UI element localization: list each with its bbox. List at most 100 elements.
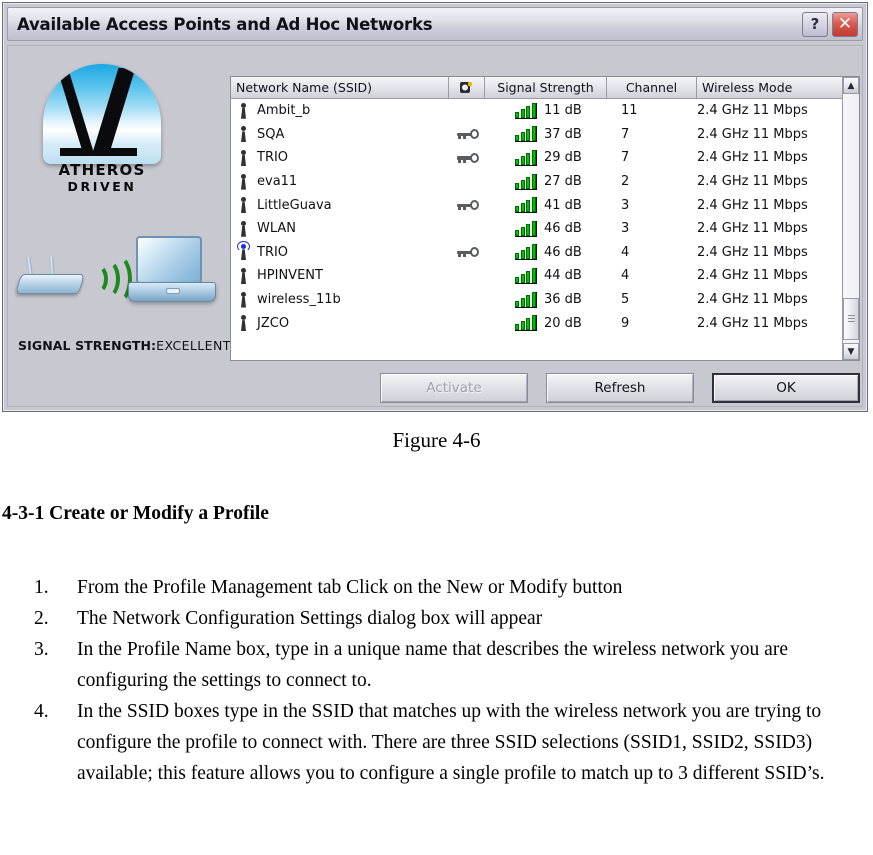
table-row[interactable]: JZCO 20 dB 9 2.4 GHz 11 Mbps bbox=[231, 311, 859, 335]
cell-channel: 7 bbox=[621, 126, 630, 142]
ssid-label: eva11 bbox=[257, 174, 298, 190]
connected-access-point-icon bbox=[237, 241, 250, 261]
ok-button[interactable]: OK bbox=[712, 373, 860, 403]
list-item-text: From the Profile Management tab Click on… bbox=[77, 577, 623, 598]
cell-wireless-mode: 2.4 GHz 11 Mbps bbox=[697, 244, 808, 260]
wireless-waves-icon bbox=[86, 252, 132, 304]
activate-button[interactable]: Activate bbox=[380, 373, 528, 403]
column-header-ssid[interactable]: Network Name (SSID) bbox=[231, 77, 449, 98]
table-row[interactable]: wireless_11b 36 dB 5 2.4 GHz 11 Mbps bbox=[231, 288, 859, 312]
signal-strength-value: EXCELLENT bbox=[156, 338, 231, 353]
access-point-icon bbox=[237, 149, 250, 166]
refresh-button[interactable]: Refresh bbox=[546, 373, 694, 403]
signal-bars-icon bbox=[515, 149, 537, 166]
table-row[interactable]: LittleGuava 41 dB 3 2.4 GHz 11 Mbps bbox=[231, 193, 859, 217]
signal-bars-icon bbox=[515, 291, 537, 308]
cell-signal-strength: 27 dB bbox=[485, 173, 607, 190]
signal-bars-icon bbox=[515, 315, 537, 332]
cell-ssid: eva11 bbox=[231, 173, 449, 190]
table-row[interactable]: TRIO 29 dB 7 2.4 GHz 11 Mbps bbox=[231, 146, 859, 170]
ssid-label: wireless_11b bbox=[257, 292, 341, 308]
cell-channel: 4 bbox=[621, 244, 630, 260]
signal-bars-icon bbox=[515, 173, 537, 190]
access-point-icon bbox=[237, 220, 250, 237]
cell-ssid: Ambit_b bbox=[231, 102, 449, 119]
cell-signal-strength: 37 dB bbox=[485, 126, 607, 143]
network-list-header: Network Name (SSID) Signal Strength Chan… bbox=[231, 77, 859, 99]
column-header-signal-strength[interactable]: Signal Strength bbox=[485, 77, 607, 98]
cell-ssid: TRIO bbox=[231, 149, 449, 166]
ssid-label: LittleGuava bbox=[257, 197, 332, 213]
cell-channel: 11 bbox=[621, 103, 638, 119]
list-item: 3. In the Profile Name box, type in a uni… bbox=[34, 634, 873, 696]
cell-wireless-mode: 2.4 GHz 11 Mbps bbox=[697, 103, 808, 119]
list-item: 1. From the Profile Management tab Click … bbox=[34, 572, 873, 603]
cell-channel: 3 bbox=[621, 197, 630, 213]
signal-strength-value-cell: 29 dB bbox=[544, 150, 582, 166]
signal-strength-value-cell: 36 dB bbox=[544, 292, 582, 308]
cell-signal-strength: 44 dB bbox=[485, 267, 607, 284]
scroll-up-icon[interactable]: ▲ bbox=[843, 77, 859, 94]
list-item-number: 1. bbox=[34, 577, 49, 598]
signal-strength-value-cell: 46 dB bbox=[544, 221, 582, 237]
cell-signal-strength: 46 dB bbox=[485, 244, 607, 261]
access-point-icon bbox=[237, 102, 250, 119]
table-row[interactable]: Ambit_b 11 dB 11 2.4 GHz 11 Mbps bbox=[231, 99, 859, 123]
column-header-channel[interactable]: Channel bbox=[607, 77, 697, 98]
ssid-label: Ambit_b bbox=[257, 103, 311, 119]
signal-bars-icon bbox=[515, 244, 537, 261]
cell-signal-strength: 29 dB bbox=[485, 149, 607, 166]
signal-bars-icon bbox=[515, 267, 537, 284]
network-list[interactable]: Network Name (SSID) Signal Strength Chan… bbox=[230, 76, 860, 361]
list-item: 2. The Network Configuration Settings dia… bbox=[34, 603, 873, 634]
cell-ssid: wireless_11b bbox=[231, 291, 449, 308]
network-list-scrollbar[interactable]: ▲ ▼ bbox=[842, 77, 859, 360]
signal-bars-icon bbox=[515, 126, 537, 143]
ssid-label: JZCO bbox=[257, 315, 290, 331]
help-icon[interactable]: ? bbox=[802, 11, 828, 37]
signal-bars-icon bbox=[515, 220, 537, 237]
cell-signal-strength: 41 dB bbox=[485, 197, 607, 214]
cell-channel: 2 bbox=[621, 174, 630, 190]
list-item-text: In the Profile Name box, type in a uniqu… bbox=[77, 639, 788, 691]
atheros-wordmark: ATHEROS bbox=[58, 161, 146, 179]
table-row[interactable]: eva11 27 dB 2 2.4 GHz 11 Mbps bbox=[231, 170, 859, 194]
dialog-body: ATHEROS DRIVEN SIGNAL STRENGTH:EXCELLENT… bbox=[7, 45, 863, 407]
cell-channel: 5 bbox=[621, 292, 630, 308]
cell-security bbox=[449, 129, 485, 140]
signal-strength-banner: SIGNAL STRENGTH:EXCELLENT bbox=[18, 338, 231, 353]
column-header-wireless-mode[interactable]: Wireless Mode bbox=[697, 77, 845, 98]
signal-strength-value-cell: 37 dB bbox=[544, 126, 582, 142]
table-row[interactable]: TRIO 46 dB 4 2.4 GHz 11 Mbps bbox=[231, 241, 859, 265]
table-row[interactable]: HPINVENT 44 dB 4 2.4 GHz 11 Mbps bbox=[231, 264, 859, 288]
laptop-icon bbox=[128, 236, 216, 308]
atheros-logo: ATHEROS DRIVEN bbox=[43, 64, 161, 194]
list-item: 4. In the SSID boxes type in the SSID tha… bbox=[34, 696, 873, 789]
close-icon[interactable]: ✕ bbox=[832, 11, 858, 37]
figure-caption: Figure 4-6 bbox=[392, 428, 481, 452]
key-icon bbox=[456, 200, 479, 211]
cell-wireless-mode: 2.4 GHz 11 Mbps bbox=[697, 126, 808, 142]
scroll-down-icon[interactable]: ▼ bbox=[843, 343, 859, 360]
cell-signal-strength: 20 dB bbox=[485, 315, 607, 332]
signal-strength-value-cell: 27 dB bbox=[544, 174, 582, 190]
instruction-list: 1. From the Profile Management tab Click … bbox=[34, 572, 873, 789]
cell-wireless-mode: 2.4 GHz 11 Mbps bbox=[697, 268, 808, 284]
cell-ssid: WLAN bbox=[231, 220, 449, 237]
cell-channel: 3 bbox=[621, 221, 630, 237]
table-row[interactable]: WLAN 46 dB 3 2.4 GHz 11 Mbps bbox=[231, 217, 859, 241]
ssid-label: SQA bbox=[257, 126, 285, 142]
router-icon bbox=[15, 255, 85, 294]
column-header-security[interactable] bbox=[449, 77, 485, 98]
dialog-title-bar[interactable]: Available Access Points and Ad Hoc Netwo… bbox=[7, 7, 863, 41]
key-icon bbox=[456, 129, 479, 140]
cell-wireless-mode: 2.4 GHz 11 Mbps bbox=[697, 292, 808, 308]
cell-ssid: LittleGuava bbox=[231, 197, 449, 214]
scrollbar-thumb[interactable] bbox=[843, 298, 859, 340]
cell-channel: 7 bbox=[621, 150, 630, 166]
ssid-label: WLAN bbox=[257, 221, 297, 237]
list-item-number: 4. bbox=[34, 701, 49, 722]
access-point-icon bbox=[237, 267, 250, 284]
key-icon bbox=[456, 247, 479, 258]
table-row[interactable]: SQA 37 dB 7 2.4 GHz 11 Mbps bbox=[231, 123, 859, 147]
